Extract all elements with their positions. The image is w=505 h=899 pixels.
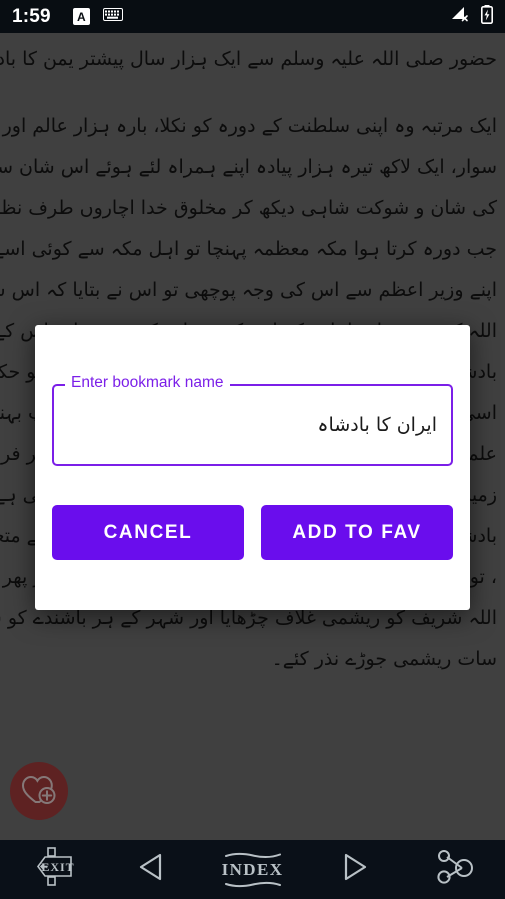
ime-language-badge: A — [72, 8, 90, 25]
bottom-nav-share[interactable] — [415, 840, 495, 899]
dialog-actions: CANCEL ADD TO FAV — [52, 505, 453, 560]
bottom-nav-index-label: INDEX — [221, 859, 284, 879]
keyboard-icon — [102, 7, 123, 26]
bookmark-dialog: Enter bookmark name CANCEL ADD TO FAV — [35, 325, 470, 610]
triangle-left-icon — [135, 850, 169, 889]
triangle-right-icon — [337, 850, 371, 889]
bottom-nav-next[interactable] — [314, 840, 394, 899]
status-left-icons: A — [72, 7, 123, 26]
status-right-icons — [450, 4, 493, 29]
index-label-icon: INDEX — [222, 852, 284, 888]
signal-no-service-icon — [450, 6, 469, 27]
squiggle-bottom-icon — [224, 881, 281, 887]
status-time: 1:59 — [12, 5, 51, 27]
squiggle-top-icon — [224, 852, 281, 858]
svg-text:EXIT: EXIT — [41, 860, 74, 874]
cancel-button[interactable]: CANCEL — [52, 505, 244, 560]
add-to-fav-button[interactable]: ADD TO FAV — [261, 505, 453, 560]
app-screen: حضور صلی اللہ علیہ وسلم سے ایک ہزار سال … — [0, 0, 505, 899]
bottom-nav-exit[interactable]: EXIT — [11, 840, 91, 899]
battery-charging-icon — [481, 4, 493, 29]
status-bar: 1:59 A — [0, 0, 505, 33]
bottom-nav-index[interactable]: INDEX — [213, 840, 293, 899]
exit-sign-icon: EXIT — [21, 846, 81, 893]
bookmark-name-input[interactable] — [52, 384, 453, 466]
bottom-nav-previous[interactable] — [112, 840, 192, 899]
share-nodes-icon — [435, 849, 475, 890]
bottom-navigation-bar: EXIT INDEX — [0, 840, 505, 899]
bookmark-name-field-wrapper: Enter bookmark name — [52, 373, 453, 466]
